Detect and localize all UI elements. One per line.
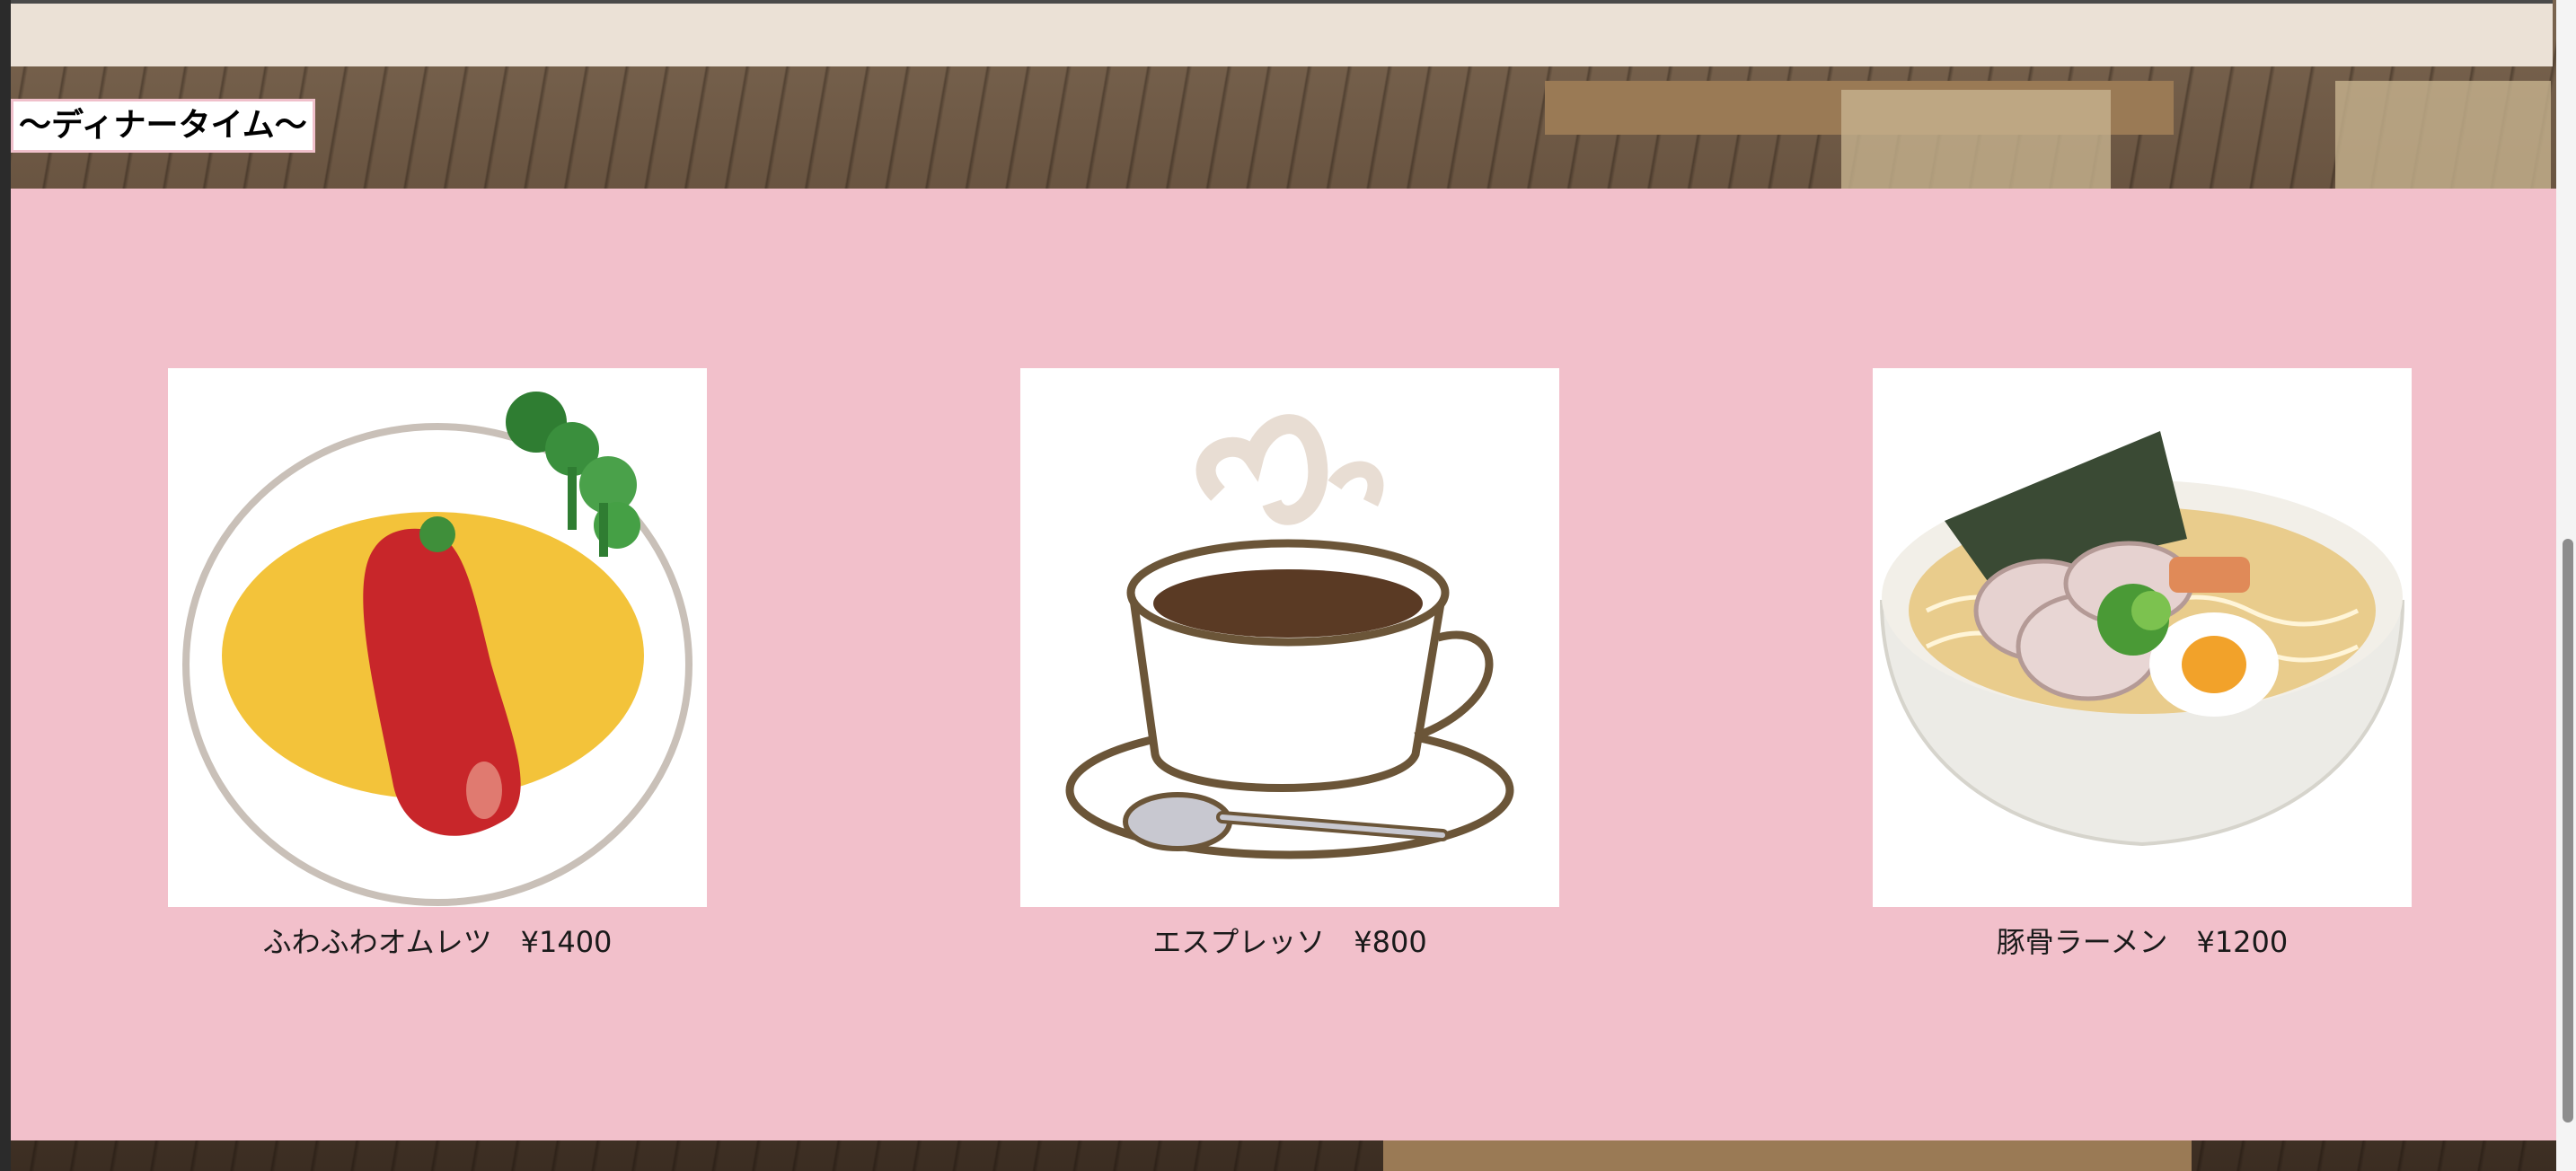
menu-item[interactable]: エスプレッソ ¥800 — [1020, 368, 1559, 961]
menu-panel: ふわふわオムレツ ¥1400 エスプレッソ ¥800 豚骨ラーメン ¥1200 — [11, 189, 2556, 1140]
omelette-icon — [168, 368, 707, 907]
background-chair — [1841, 90, 2111, 189]
espresso-cup-icon — [1020, 368, 1559, 907]
menu-item-caption: ふわふわオムレツ ¥1400 — [262, 925, 613, 959]
header-bar — [11, 0, 2553, 66]
background-chair — [2335, 81, 2551, 189]
section-title: 〜ディナータイム〜 — [11, 99, 315, 153]
background-table — [1383, 1140, 2192, 1171]
menu-item[interactable]: ふわふわオムレツ ¥1400 — [168, 368, 707, 961]
menu-item-caption: エスプレッソ ¥800 — [1152, 925, 1427, 959]
ramen-bowl-icon — [1873, 368, 2412, 907]
menu-item[interactable]: 豚骨ラーメン ¥1200 — [1873, 368, 2412, 961]
window-left-edge — [0, 0, 11, 1171]
menu-item-caption: 豚骨ラーメン ¥1200 — [1996, 925, 2289, 959]
scrollbar-thumb[interactable] — [2563, 539, 2573, 1123]
